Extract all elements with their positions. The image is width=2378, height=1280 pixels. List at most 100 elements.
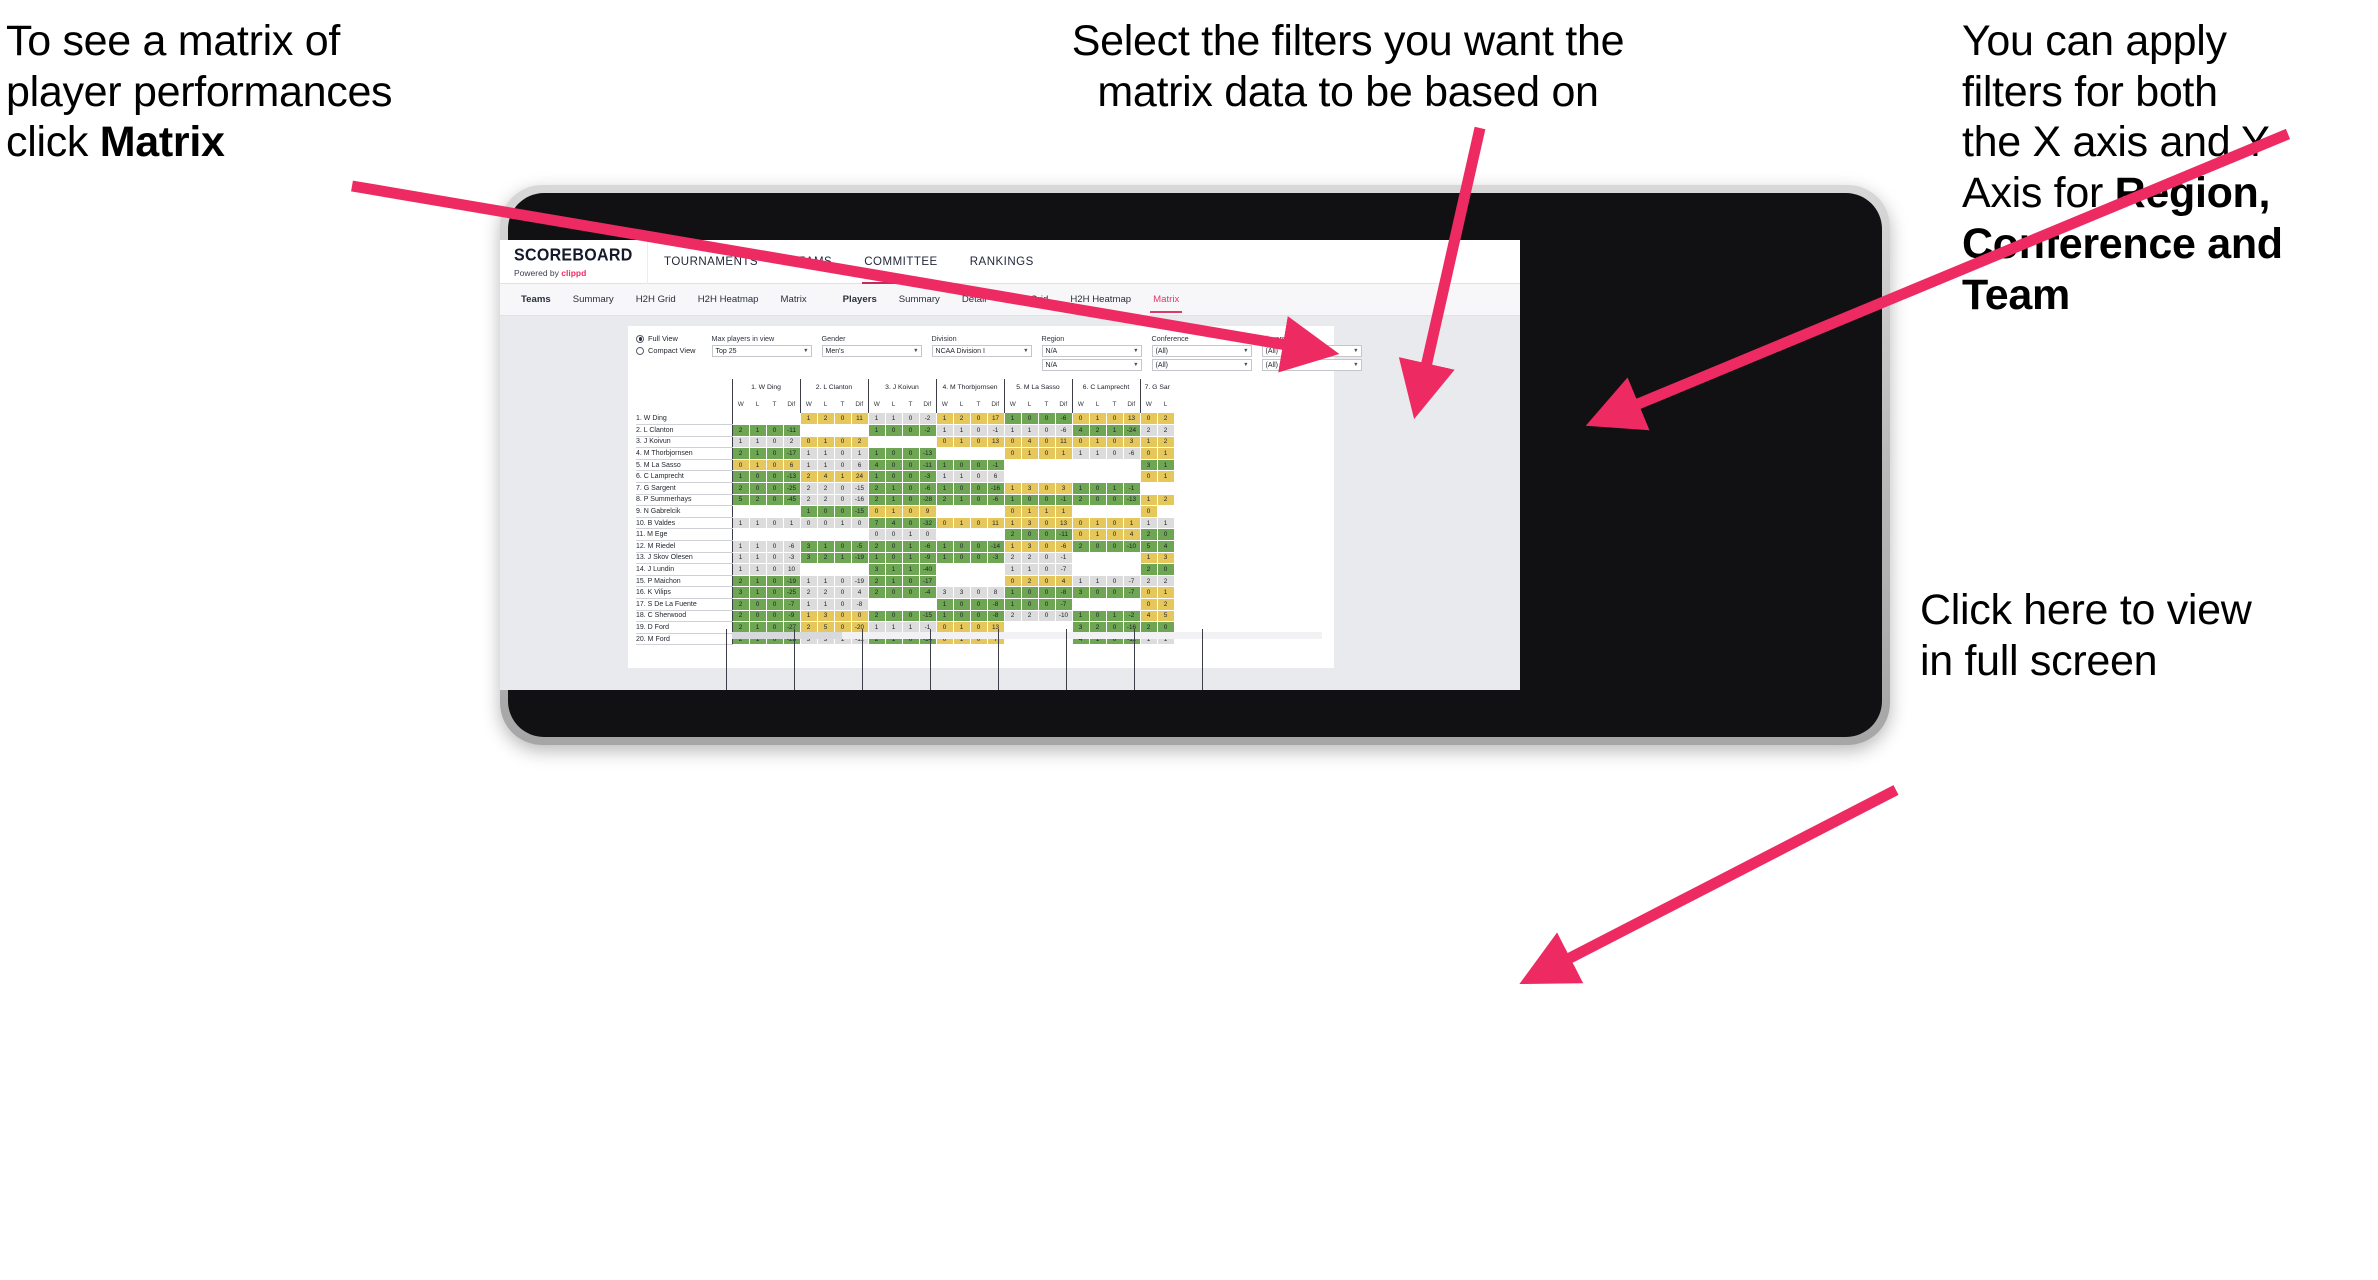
matrix-cell[interactable]: [1038, 470, 1056, 484]
matrix-cell[interactable]: [1106, 563, 1124, 576]
matrix-cell[interactable]: 3: [953, 586, 971, 599]
subtab-players-h2h-grid[interactable]: H2H Grid: [997, 284, 1059, 316]
matrix-cell[interactable]: 10: [783, 563, 801, 576]
matrix-cell[interactable]: [919, 598, 937, 611]
matrix-cell[interactable]: 0: [1038, 563, 1056, 576]
matrix-cell[interactable]: 0: [749, 598, 767, 611]
matrix-cell[interactable]: [1089, 470, 1107, 484]
matrix-cell[interactable]: 0: [885, 470, 903, 484]
matrix-cell[interactable]: 1: [817, 575, 835, 588]
matrix-cell[interactable]: 1: [799, 598, 818, 611]
matrix-cell[interactable]: 0: [885, 447, 903, 460]
matrix-cell[interactable]: -10: [1055, 610, 1073, 623]
matrix-cell[interactable]: -2: [919, 424, 937, 437]
matrix-cell[interactable]: [1071, 505, 1090, 518]
matrix-cell[interactable]: [1055, 459, 1073, 472]
matrix-cell[interactable]: 3: [799, 540, 818, 553]
matrix-cell[interactable]: [766, 505, 784, 518]
nav-item-committee[interactable]: COMMITTEE: [848, 240, 954, 284]
matrix-cell[interactable]: 0: [970, 494, 988, 507]
matrix-cell[interactable]: 1: [1106, 610, 1124, 623]
matrix-table-container[interactable]: 1. W Ding 2. L Clanton 3. J Koivun 4. M Tho…: [628, 377, 1334, 690]
matrix-cell[interactable]: 0: [766, 447, 784, 460]
matrix-cell[interactable]: 2: [851, 436, 869, 449]
matrix-cell[interactable]: -8: [987, 610, 1005, 623]
matrix-cell[interactable]: [731, 505, 750, 518]
matrix-cell[interactable]: 1: [1003, 494, 1022, 507]
matrix-cell[interactable]: 4: [1021, 436, 1039, 449]
matrix-cell[interactable]: 1: [731, 540, 750, 553]
matrix-cell[interactable]: 1: [1021, 505, 1039, 518]
matrix-cell[interactable]: 1: [885, 563, 903, 576]
matrix-cell[interactable]: -19: [783, 575, 801, 588]
matrix-cell[interactable]: 1: [817, 447, 835, 460]
matrix-cell[interactable]: [783, 413, 801, 426]
matrix-cell[interactable]: 1: [1071, 482, 1090, 495]
subtab-teams-summary[interactable]: Summary: [562, 284, 625, 316]
matrix-cell[interactable]: -13: [919, 447, 937, 460]
matrix-cell[interactable]: 1: [1089, 575, 1107, 588]
matrix-cell[interactable]: 2: [1157, 424, 1175, 437]
matrix-cell[interactable]: 2: [1089, 424, 1107, 437]
matrix-cell[interactable]: -1: [1123, 482, 1141, 495]
matrix-cell[interactable]: 0: [1089, 494, 1107, 507]
matrix-cell[interactable]: 0: [935, 436, 954, 449]
matrix-cell[interactable]: [935, 447, 954, 460]
matrix-cell[interactable]: 1: [885, 413, 903, 426]
matrix-cell[interactable]: 1: [1021, 563, 1039, 576]
matrix-cell[interactable]: 1: [817, 459, 835, 472]
matrix-cell[interactable]: 0: [1038, 540, 1056, 553]
matrix-cell[interactable]: 1: [902, 563, 920, 576]
matrix-cell[interactable]: 0: [902, 447, 920, 460]
matrix-cell[interactable]: 2: [799, 586, 818, 599]
matrix-cell[interactable]: 0: [885, 540, 903, 553]
matrix-cell[interactable]: 0: [1021, 598, 1039, 611]
matrix-cell[interactable]: 1: [749, 517, 767, 530]
matrix-cell[interactable]: [987, 528, 1005, 542]
matrix-cell[interactable]: 2: [1157, 598, 1175, 611]
matrix-cell[interactable]: 2: [817, 552, 835, 565]
matrix-cell[interactable]: 0: [885, 528, 903, 542]
matrix-cell[interactable]: [885, 598, 903, 611]
matrix-cell[interactable]: 0: [1038, 575, 1056, 588]
matrix-cell[interactable]: 2: [731, 598, 750, 611]
matrix-cell[interactable]: 4: [1055, 575, 1073, 588]
matrix-cell[interactable]: 0: [885, 610, 903, 623]
matrix-cell[interactable]: [1106, 505, 1124, 518]
matrix-cell[interactable]: -7: [1123, 575, 1141, 588]
matrix-cell[interactable]: 0: [902, 517, 920, 530]
matrix-cell[interactable]: 17: [987, 413, 1005, 426]
matrix-cell[interactable]: 0: [902, 586, 920, 599]
matrix-cell[interactable]: [1106, 552, 1124, 565]
matrix-cell[interactable]: [1123, 563, 1141, 576]
matrix-cell[interactable]: 13: [1123, 413, 1141, 426]
matrix-cell[interactable]: 1: [731, 436, 750, 449]
matrix-cell[interactable]: 1: [935, 482, 954, 495]
matrix-cell[interactable]: [1106, 598, 1124, 611]
matrix-cell[interactable]: 1: [953, 436, 971, 449]
matrix-cell[interactable]: 2: [867, 575, 886, 588]
matrix-cell[interactable]: 0: [834, 447, 852, 460]
matrix-cell[interactable]: 7: [867, 517, 886, 530]
matrix-cell[interactable]: [783, 528, 801, 542]
matrix-cell[interactable]: 1: [749, 586, 767, 599]
matrix-cell[interactable]: 5: [1157, 610, 1175, 623]
matrix-cell[interactable]: 2: [817, 413, 835, 426]
matrix-cell[interactable]: 0: [953, 459, 971, 472]
matrix-cell[interactable]: 0: [1139, 598, 1158, 611]
matrix-cell[interactable]: -4: [919, 586, 937, 599]
matrix-cell[interactable]: 0: [970, 436, 988, 449]
matrix-cell[interactable]: 2: [1139, 575, 1158, 588]
matrix-cell[interactable]: 0: [834, 540, 852, 553]
matrix-cell[interactable]: 0: [1139, 505, 1158, 518]
matrix-cell[interactable]: -1: [1055, 494, 1073, 507]
matrix-cell[interactable]: 2: [1139, 528, 1158, 542]
matrix-cell[interactable]: 0: [1038, 610, 1056, 623]
matrix-cell[interactable]: 0: [1021, 413, 1039, 426]
nav-item-teams[interactable]: TEAMS: [774, 240, 848, 284]
matrix-cell[interactable]: 1: [1055, 447, 1073, 460]
matrix-cell[interactable]: 1: [749, 563, 767, 576]
matrix-cell[interactable]: [935, 563, 954, 576]
matrix-cell[interactable]: 0: [851, 610, 869, 623]
filter-region-select-x[interactable]: N/A ▼: [1041, 345, 1142, 357]
